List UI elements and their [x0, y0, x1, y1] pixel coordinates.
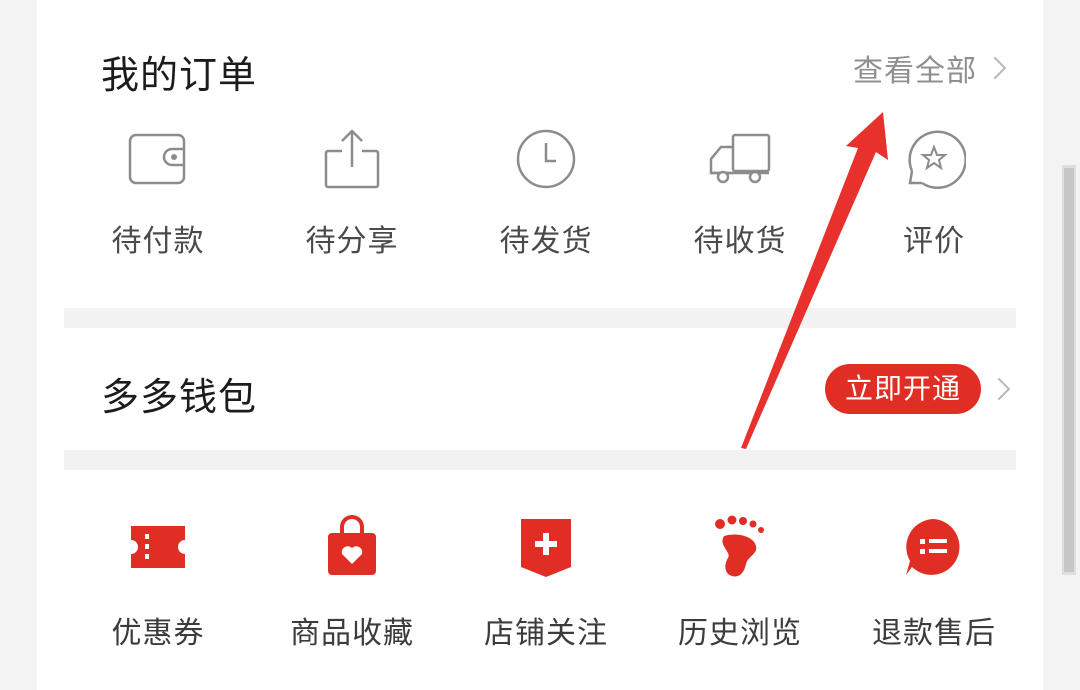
chevron-right-icon [983, 56, 1007, 80]
order-pending-share-label: 待分享 [305, 224, 399, 259]
section-divider [64, 308, 1016, 328]
review-star-icon [901, 126, 967, 192]
order-review-label: 评价 [903, 224, 965, 259]
wallet-title: 多多钱包 [101, 375, 258, 419]
clock-icon [513, 126, 579, 192]
tool-refund[interactable]: 退款售后 [837, 514, 1031, 652]
tools-section: 优惠券 商品收藏 店铺关注 历史浏览 退款售后 [37, 470, 1043, 690]
order-review[interactable]: 评价 [837, 126, 1031, 260]
order-pending-receipt[interactable]: 待收货 [643, 126, 837, 260]
order-pending-payment[interactable]: 待付款 [61, 126, 255, 260]
refund-icon [901, 514, 967, 580]
favorite-bag-icon [319, 514, 385, 580]
store-follow-icon [513, 514, 579, 580]
tool-coupons-label: 优惠券 [111, 616, 205, 651]
tool-favorites[interactable]: 商品收藏 [255, 514, 449, 652]
tool-history-label: 历史浏览 [678, 616, 802, 651]
order-status-row: 待付款 待分享 待发货 待收货 评价 [61, 126, 1031, 260]
wallet-section[interactable]: 多多钱包 立即开通 [37, 328, 1043, 450]
tool-store-follow[interactable]: 店铺关注 [449, 514, 643, 652]
order-pending-payment-label: 待付款 [111, 224, 205, 259]
my-orders-section: 我的订单 查看全部 待付款 待分享 待发货 待收货 评价 [37, 0, 1043, 308]
scrollbar-thumb[interactable] [1064, 168, 1074, 572]
coupon-icon [125, 514, 191, 580]
orders-title: 我的订单 [101, 53, 258, 97]
section-divider [64, 450, 1016, 470]
tool-coupons[interactable]: 优惠券 [61, 514, 255, 652]
view-all-orders-link[interactable]: 查看全部 [853, 46, 1007, 90]
open-wallet-button[interactable]: 立即开通 [824, 364, 981, 414]
order-pending-receipt-label: 待收货 [693, 224, 787, 259]
view-all-label: 查看全部 [853, 54, 977, 89]
wallet-open-control[interactable]: 立即开通 [824, 364, 1011, 414]
order-pending-share[interactable]: 待分享 [255, 126, 449, 260]
chevron-right-icon [987, 377, 1011, 401]
truck-icon [707, 126, 773, 192]
tools-row: 优惠券 商品收藏 店铺关注 历史浏览 退款售后 [61, 514, 1031, 652]
wallet-icon [125, 126, 191, 192]
order-pending-shipment-label: 待发货 [499, 224, 593, 259]
tool-favorites-label: 商品收藏 [290, 616, 414, 651]
tool-store-follow-label: 店铺关注 [484, 616, 608, 651]
tool-refund-label: 退款售后 [872, 616, 996, 651]
tool-history[interactable]: 历史浏览 [643, 514, 837, 652]
account-panel: 我的订单 查看全部 待付款 待分享 待发货 待收货 评价 多多钱包 立即开通 优… [37, 0, 1043, 690]
order-pending-shipment[interactable]: 待发货 [449, 126, 643, 260]
footprint-icon [707, 514, 773, 580]
share-icon [319, 126, 385, 192]
